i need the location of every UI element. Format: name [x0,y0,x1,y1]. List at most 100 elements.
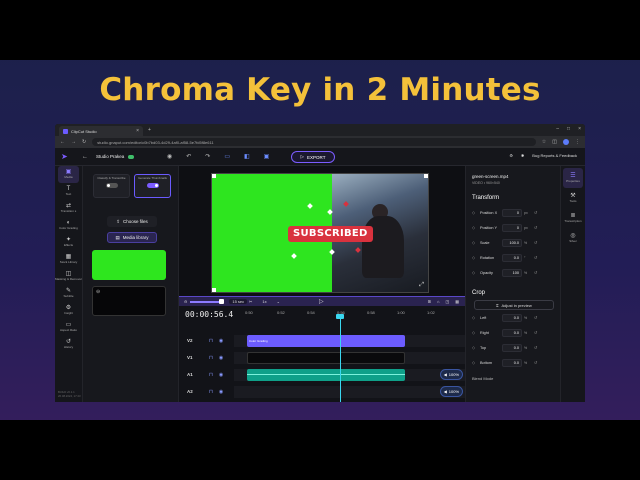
property-input[interactable]: 0 [502,223,522,232]
lock-icon[interactable]: ⊓ [209,372,213,378]
nav-item-text[interactable]: T Text [55,183,82,200]
layout-split-icon[interactable]: ◧ [244,153,250,160]
thumbnails-toggle[interactable]: Generate Thumbnails [134,174,171,198]
browser-window: ClipCut Studio × + – □ × ← → ↻ studio.gn… [55,124,585,402]
media-thumbnail-green-screen[interactable] [92,250,166,280]
forward-arrow-icon[interactable]: → [71,139,76,145]
classify-toggle[interactable]: Classify & Transcribe [93,174,130,198]
resize-handle[interactable] [212,288,216,292]
property-input[interactable]: 0 [502,208,522,217]
zoom-slider[interactable] [190,298,225,304]
play-icon[interactable]: ▷ [319,298,324,305]
chevron-down-icon[interactable]: ⌄ [277,299,280,304]
minimize-icon[interactable]: – [556,126,559,132]
nav-item-transitions[interactable]: ⇄ Transition s [55,200,82,217]
clip-audio[interactable] [247,369,405,381]
grid-icon[interactable]: ▦ [455,299,459,304]
reset-icon[interactable]: ↺ [534,210,537,215]
extensions-icon[interactable]: ◫ [552,139,557,145]
reset-icon[interactable]: ↺ [534,360,537,365]
rightnav-item-tools[interactable]: ⚒ Tools [561,188,585,208]
speed-value[interactable]: 1x [262,299,266,304]
reset-icon[interactable]: ↺ [534,345,537,350]
tab-close-icon[interactable]: × [136,128,139,134]
url-field[interactable]: studio.gnaput.com/editor/c0b7bd03-4d29-4… [92,138,536,146]
camera-icon[interactable]: ◉ [167,153,172,160]
toggle-switch[interactable] [146,182,159,188]
reset-icon[interactable]: ↺ [534,225,537,230]
reset-icon[interactable]: ↺ [534,255,537,260]
property-input[interactable]: 0.0 [502,313,522,322]
eye-icon[interactable]: ◉ [219,389,223,395]
playhead[interactable] [340,316,341,402]
zoom-out-icon[interactable]: ⊖ [184,299,187,304]
fullscreen-icon[interactable]: ⤢ [419,282,424,289]
eye-icon[interactable]: ◉ [219,372,223,378]
reset-icon[interactable]: ↺ [534,270,537,275]
menu-icon[interactable]: ⋮ [575,139,580,145]
new-tab-icon[interactable]: + [148,127,151,133]
preview-canvas[interactable]: SUBSCRIBED ⤢ [211,173,429,293]
property-input[interactable]: 0.0 [502,328,522,337]
rightnav-item-transcription[interactable]: ≣ Transcription [561,208,585,228]
settings-icon[interactable]: ⚙ [509,153,513,158]
app-logo-icon[interactable]: ➤ [61,152,70,161]
property-row-crop-right: ◇ Right 0.0 % ↺ [472,325,554,340]
layout-full-icon[interactable]: ▣ [264,153,270,160]
rightnav-item-silver[interactable]: ◎ Silver [561,228,585,248]
media-library-button[interactable]: ▤ Media library [107,232,157,243]
lock-icon[interactable]: ⊓ [209,355,213,361]
property-input[interactable]: 0.0 [502,253,522,262]
resize-handle[interactable] [424,174,428,178]
nav-item-masking[interactable]: ◫ Masking & Remover [55,268,82,285]
clip-green-screen[interactable]: Color Grading [247,335,405,347]
profile-avatar[interactable] [563,139,569,145]
export-button[interactable]: ▷ EXPORT [291,151,335,163]
nav-item-history[interactable]: ↺ History [55,336,82,353]
project-name[interactable]: Studio Prakea [96,154,124,159]
nav-item-media[interactable]: ▣ Media [58,166,79,183]
maximize-icon[interactable]: □ [567,126,570,132]
rightnav-item-properties[interactable]: ☰ Properties [563,168,583,188]
choose-files-button[interactable]: ⇪ Choose files [107,216,157,227]
magnet-icon[interactable]: ⌂ [437,299,439,304]
time-ruler[interactable]: 0:50 0:52 0:54 0:56 0:58 1:00 1:02 [245,310,465,318]
property-input[interactable]: 100 [502,268,522,277]
browser-tab[interactable]: ClipCut Studio × [59,126,143,136]
volume-badge[interactable]: ◀ 100% [439,386,463,397]
nav-item-insight[interactable]: ⚙ Insight [55,302,82,319]
layout-single-icon[interactable]: ▭ [224,153,230,160]
nav-item-stock-library[interactable]: ▦ Stock Library [55,251,82,268]
snap-icon[interactable]: ⊞ [428,299,431,304]
eye-icon[interactable]: ◉ [219,355,223,361]
lock-icon[interactable]: ⊓ [209,389,213,395]
reset-icon[interactable]: ↺ [534,315,537,320]
property-input[interactable]: 0.0 [502,343,522,352]
clip-footage[interactable] [247,352,405,364]
window-close-icon[interactable]: × [578,126,581,132]
nav-item-effects[interactable]: ✦ Effects [55,234,82,251]
resize-handle[interactable] [212,174,216,178]
reload-icon[interactable]: ↻ [82,139,86,145]
nav-item-subtitle[interactable]: ✎ Subtitle [55,285,82,302]
nav-item-aspect-ratio[interactable]: ▭ Aspect Ratio [55,319,82,336]
undo-icon[interactable]: ↶ [186,153,191,160]
property-input[interactable]: 100.0 [502,238,522,247]
volume-badge[interactable]: ◀ 100% [439,369,463,380]
star-icon[interactable]: ☆ [542,139,546,145]
adjust-in-preview-button[interactable]: ⌗ Adjust in preview [474,300,554,310]
redo-icon[interactable]: ↷ [205,153,210,160]
back-icon[interactable]: ← [82,154,88,160]
back-arrow-icon[interactable]: ← [60,139,65,145]
reset-icon[interactable]: ↺ [534,330,537,335]
split-icon[interactable]: ✂ [249,299,252,304]
layers-icon[interactable]: ◳ [445,299,449,304]
toggle-switch[interactable] [105,182,118,188]
nav-item-color-grading[interactable]: ◐ Color Grading [55,217,82,234]
lock-icon[interactable]: ⊓ [209,338,213,344]
reset-icon[interactable]: ↺ [534,240,537,245]
eye-icon[interactable]: ◉ [219,338,223,344]
property-input[interactable]: 0.0 [502,358,522,367]
bug-report-link[interactable]: Bug Reports & Feedback [532,153,577,158]
media-thumbnail-footage[interactable]: ⊖ [92,286,166,316]
